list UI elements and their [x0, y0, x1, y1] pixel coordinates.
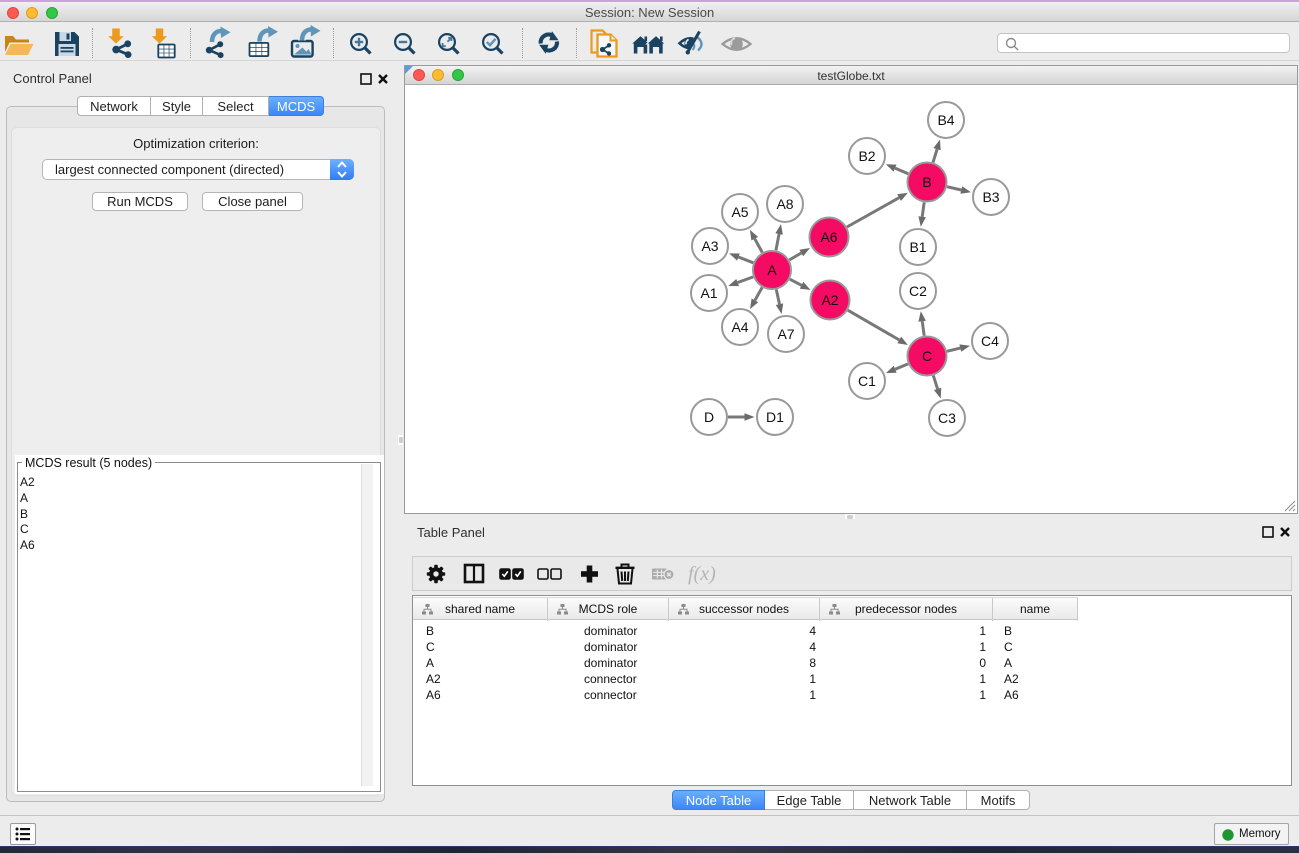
- svg-text:A7: A7: [777, 326, 794, 342]
- svg-text:D: D: [704, 409, 714, 425]
- svg-text:A2: A2: [821, 292, 838, 308]
- svg-text:B1: B1: [909, 239, 926, 255]
- svg-text:B3: B3: [982, 189, 999, 205]
- svg-text:C1: C1: [858, 373, 876, 389]
- svg-text:A6: A6: [820, 229, 837, 245]
- svg-text:C: C: [922, 348, 932, 364]
- svg-text:A4: A4: [731, 319, 748, 335]
- svg-text:C3: C3: [938, 410, 956, 426]
- svg-text:C2: C2: [909, 283, 927, 299]
- svg-text:D1: D1: [766, 409, 784, 425]
- svg-text:A5: A5: [731, 204, 748, 220]
- svg-text:f(x): f(x): [688, 563, 716, 585]
- svg-text:A3: A3: [701, 238, 718, 254]
- svg-text:A8: A8: [776, 196, 793, 212]
- svg-text:B2: B2: [858, 148, 875, 164]
- svg-text:A: A: [767, 262, 777, 278]
- svg-text:B: B: [922, 174, 931, 190]
- svg-text:C4: C4: [981, 333, 999, 349]
- svg-text:B4: B4: [937, 112, 954, 128]
- svg-text:A1: A1: [700, 285, 717, 301]
